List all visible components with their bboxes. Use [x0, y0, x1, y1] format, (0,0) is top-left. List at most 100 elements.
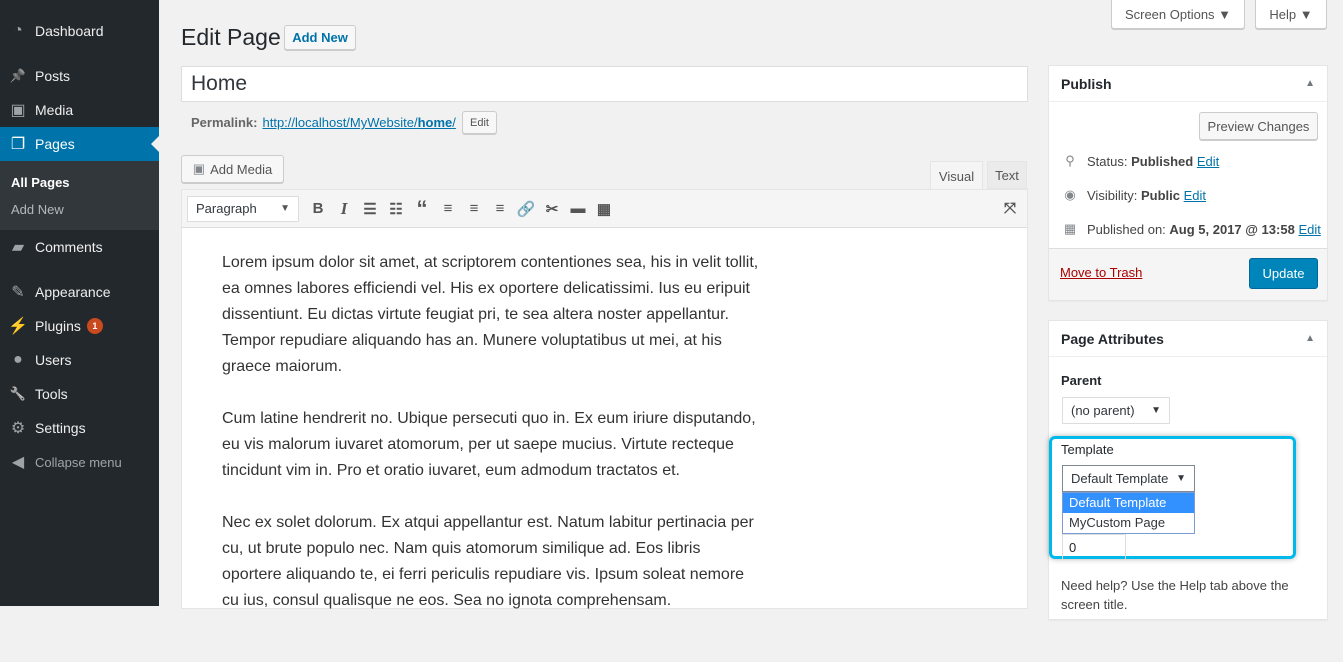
parent-value: (no parent) — [1071, 403, 1135, 418]
label: Status: — [1087, 153, 1128, 169]
link-icon[interactable]: 🔗 — [513, 200, 539, 218]
label: Add Media — [210, 161, 273, 177]
label: Dashboard — [35, 23, 104, 39]
help-button[interactable]: Help ▼ — [1255, 0, 1327, 29]
submenu-add-new[interactable]: Add New — [11, 202, 64, 217]
parent-select[interactable]: (no parent) ▼ — [1062, 397, 1170, 424]
collapse-icon: ◀ — [11, 454, 25, 471]
label: Appearance — [35, 284, 111, 300]
permalink-link[interactable]: http://localhost/MyWebsite/home/ — [262, 115, 455, 130]
preview-changes-button[interactable]: Preview Changes — [1199, 112, 1318, 140]
screen-options-button[interactable]: Screen Options ▼ — [1111, 0, 1245, 29]
edit-date-link[interactable]: Edit — [1298, 222, 1320, 237]
blockquote-icon[interactable]: “ — [409, 196, 435, 222]
permalink-base: http://localhost/MyWebsite/ — [262, 115, 418, 130]
calendar-icon: ▦ — [1063, 221, 1077, 236]
edit-visibility-link[interactable]: Edit — [1184, 188, 1206, 203]
tab-text[interactable]: Text — [987, 161, 1027, 189]
chevron-down-icon: ▼ — [1151, 405, 1161, 416]
sidebar-item-appearance[interactable]: ✎ Appearance — [0, 275, 159, 309]
template-value: Default Template — [1071, 471, 1169, 486]
paragraph: Cum latine hendrerit no. Ubique persecut… — [222, 410, 756, 479]
fullscreen-icon[interactable]: ⤧ — [997, 200, 1023, 217]
template-dropdown: Default Template MyCustom Page — [1062, 492, 1195, 534]
update-count-badge: 1 — [86, 318, 103, 334]
paragraph: Nec ex solet dolorum. Ex atqui appellant… — [222, 514, 754, 609]
add-new-button[interactable]: Add New — [284, 25, 356, 50]
label: Tools — [35, 386, 68, 402]
eye-icon: ◉ — [1064, 187, 1076, 202]
permalink-trail: / — [452, 115, 456, 130]
align-left-icon[interactable]: ≡ — [435, 200, 461, 217]
italic-icon[interactable]: I — [331, 199, 357, 219]
tab-visual[interactable]: Visual — [930, 161, 983, 190]
published-value: Aug 5, 2017 @ 13:58 — [1169, 221, 1295, 237]
sidebar-item-plugins[interactable]: ⚡ Plugins 1 — [0, 309, 159, 343]
permalink-label: Permalink: — [191, 115, 258, 130]
title-input[interactable] — [181, 66, 1028, 102]
add-media-button[interactable]: ▣ Add Media — [181, 155, 284, 183]
label: Posts — [35, 68, 71, 84]
visibility-row: ◉ Visibility: Public Edit — [1061, 187, 1206, 203]
page-title: Edit Page — [181, 24, 281, 50]
align-right-icon[interactable]: ≡ — [487, 200, 513, 217]
sidebar-item-settings[interactable]: ⚙ Settings — [0, 411, 159, 445]
published-row: ▦ Published on: Aug 5, 2017 @ 13:58 Edit — [1061, 221, 1321, 237]
align-center-icon[interactable]: ≡ — [461, 200, 487, 217]
publish-box: Publish ▲ Preview Changes ⚲ Status: Publis… — [1048, 65, 1328, 301]
sidebar-item-posts[interactable]: 📌 Posts — [0, 59, 159, 93]
bold-icon[interactable]: B — [305, 200, 331, 217]
paragraph: Lorem ipsum dolor sit amet, at scriptore… — [222, 254, 759, 375]
format-value: Paragraph — [196, 201, 257, 216]
help-text: Need help? Use the Help tab above the sc… — [1061, 578, 1289, 612]
page-attributes-header[interactable]: Page Attributes ▲ — [1049, 321, 1327, 357]
move-to-trash-link[interactable]: Move to Trash — [1060, 265, 1142, 280]
editor-content[interactable]: Lorem ipsum dolor sit amet, at scriptore… — [182, 228, 802, 662]
format-select[interactable]: Paragraph ▼ — [187, 195, 299, 222]
sidebar-item-users[interactable]: ● Users — [0, 343, 159, 377]
media-icon: ▣ — [10, 102, 26, 119]
template-label: Template — [1061, 442, 1114, 457]
dashboard-icon: ◔ — [13, 22, 23, 39]
read-more-icon[interactable]: ▬ — [565, 200, 591, 217]
chevron-down-icon: ▼ — [280, 203, 290, 214]
update-button[interactable]: Update — [1249, 258, 1318, 289]
collapse-arrow-icon[interactable]: ▲ — [1305, 78, 1315, 89]
visibility-value: Public — [1140, 187, 1180, 203]
sidebar-item-dashboard[interactable]: ◔ Dashboard — [0, 14, 159, 48]
bullet-list-icon[interactable]: ☰ — [357, 200, 383, 218]
permalink-slug: home — [417, 115, 453, 130]
order-input[interactable]: 0 — [1062, 534, 1126, 560]
template-select[interactable]: Default Template ▼ — [1062, 465, 1195, 492]
template-option-selected[interactable]: Default Template — [1063, 493, 1194, 513]
toolbar-toggle-icon[interactable]: ▦ — [591, 200, 617, 218]
label: Plugins — [35, 318, 81, 334]
parent-label: Parent — [1061, 373, 1102, 388]
label: Settings — [35, 420, 86, 436]
sidebar-item-tools[interactable]: 🔧 Tools — [0, 377, 159, 411]
editor: Paragraph ▼ B I ☰ ☷ “ ≡ ≡ ≡ 🔗 ✂ ▬ ▦ ⤧ Lor… — [181, 189, 1028, 609]
label: Published on: — [1087, 221, 1166, 237]
user-icon: ● — [13, 351, 23, 368]
label: Visibility: — [1087, 187, 1138, 203]
page-attributes-title: Page Attributes — [1061, 330, 1164, 347]
edit-status-link[interactable]: Edit — [1197, 154, 1219, 169]
publish-header[interactable]: Publish ▲ — [1049, 66, 1327, 102]
collapse-arrow-icon[interactable]: ▲ — [1305, 333, 1315, 344]
numbered-list-icon[interactable]: ☷ — [383, 200, 409, 218]
label: Pages — [35, 136, 75, 152]
sidebar-item-media[interactable]: ▣ Media — [0, 93, 159, 127]
sidebar-item-pages[interactable]: ❐ Pages — [0, 127, 159, 161]
editor-toolbar: Paragraph ▼ B I ☰ ☷ “ ≡ ≡ ≡ 🔗 ✂ ▬ ▦ ⤧ — [182, 190, 1027, 228]
collapse-menu-button[interactable]: ◀ Collapse menu — [0, 445, 159, 479]
sidebar-item-comments[interactable]: ▰ Comments — [0, 230, 159, 264]
status-row: ⚲ Status: Published Edit — [1061, 153, 1219, 169]
brush-icon: ✎ — [11, 284, 25, 301]
permalink-edit-button[interactable]: Edit — [462, 111, 497, 134]
unlink-icon[interactable]: ✂ — [539, 200, 565, 218]
pin-icon: ⚲ — [1065, 153, 1075, 168]
submenu-all-pages[interactable]: All Pages — [11, 175, 70, 190]
label: Comments — [35, 239, 103, 255]
pages-submenu: All Pages Add New — [0, 161, 159, 230]
template-option[interactable]: MyCustom Page — [1063, 513, 1194, 533]
